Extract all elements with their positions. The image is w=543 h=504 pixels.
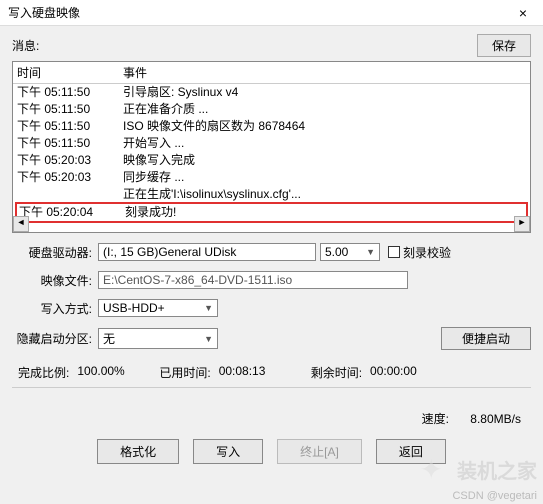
log-event: 映像写入完成 <box>123 152 526 169</box>
log-row: 下午 05:11:50ISO 映像文件的扇区数为 8678464 <box>17 118 526 135</box>
message-label: 消息: <box>12 37 477 54</box>
chevron-down-icon: ▼ <box>204 303 213 313</box>
remain-label: 剩余时间: <box>311 364 362 381</box>
log-time: 下午 05:11:50 <box>17 84 123 101</box>
log-event: ISO 映像文件的扇区数为 8678464 <box>123 118 526 135</box>
log-row: 正在生成'I:\isolinux\syslinux.cfg'... <box>17 186 526 203</box>
log-row: 下午 05:11:50正在准备介质 ... <box>17 101 526 118</box>
write-mode-dropdown[interactable]: USB-HDD+ ▼ <box>98 299 218 317</box>
log-row: 下午 05:11:50引导扇区: Syslinux v4 <box>17 84 526 101</box>
log-event: 引导扇区: Syslinux v4 <box>123 84 526 101</box>
image-path-input[interactable]: E:\CentOS-7-x86_64-DVD-1511.iso <box>98 271 408 289</box>
elapsed-label: 已用时间: <box>159 364 210 381</box>
abort-button: 终止[A] <box>277 439 362 464</box>
write-button[interactable]: 写入 <box>193 439 263 464</box>
content: 消息: 保存 时间 事件 下午 05:11:50引导扇区: Syslinux v… <box>0 26 543 472</box>
hidden-label: 隐藏启动分区: <box>12 330 98 347</box>
log-row: 下午 05:20:03映像写入完成 <box>17 152 526 169</box>
log-time: 下午 05:11:50 <box>17 118 123 135</box>
log-event: 同步缓存 ... <box>123 169 526 186</box>
log-box: 时间 事件 下午 05:11:50引导扇区: Syslinux v4下午 05:… <box>12 61 531 233</box>
log-time: 下午 05:11:50 <box>17 135 123 152</box>
titlebar: 写入硬盘映像 × <box>0 0 543 26</box>
log-head-event: 事件 <box>123 64 526 81</box>
save-button[interactable]: 保存 <box>477 34 531 57</box>
drive-dropdown[interactable]: (I:, 15 GB)General UDisk <box>98 243 316 261</box>
speed-label: 速度: <box>422 412 449 426</box>
write-mode-label: 写入方式: <box>12 300 98 317</box>
portable-boot-button[interactable]: 便捷启动 <box>441 327 531 350</box>
log-event: 开始写入 ... <box>123 135 526 152</box>
log-time: 下午 05:20:03 <box>17 152 123 169</box>
log-row: 下午 05:20:04刻录成功! <box>15 202 528 223</box>
verify-checkbox[interactable]: 刻录校验 <box>388 244 451 261</box>
hidden-dropdown[interactable]: 无 ▼ <box>98 328 218 349</box>
window-title: 写入硬盘映像 <box>8 4 80 21</box>
log-row: 下午 05:11:50开始写入 ... <box>17 135 526 152</box>
drive-label: 硬盘驱动器: <box>12 244 98 261</box>
log-time: 下午 05:11:50 <box>17 101 123 118</box>
csdn-credit: CSDN @vegetari <box>452 490 537 502</box>
drive-speed-dropdown[interactable]: 5.00 ▼ <box>320 243 380 261</box>
log-time: 下午 05:20:04 <box>19 204 125 221</box>
remain-value: 00:00:00 <box>370 364 417 381</box>
log-event: 刻录成功! <box>125 204 524 221</box>
close-icon[interactable]: × <box>511 5 535 21</box>
format-button[interactable]: 格式化 <box>97 439 179 464</box>
image-label: 映像文件: <box>12 272 98 289</box>
chevron-down-icon: ▼ <box>204 334 213 344</box>
log-time <box>17 186 123 203</box>
log-row: 下午 05:20:03同步缓存 ... <box>17 169 526 186</box>
speed-value: 8.80MB/s <box>470 412 521 426</box>
done-value: 100.00% <box>77 364 151 381</box>
back-button[interactable]: 返回 <box>376 439 446 464</box>
log-time: 下午 05:20:03 <box>17 169 123 186</box>
log-event: 正在准备介质 ... <box>123 101 526 118</box>
log-head-time: 时间 <box>17 64 123 81</box>
elapsed-value: 00:08:13 <box>219 364 303 381</box>
scroll-left-icon[interactable]: ◄ <box>13 216 29 232</box>
scroll-right-icon[interactable]: ► <box>514 216 530 232</box>
log-event: 正在生成'I:\isolinux\syslinux.cfg'... <box>123 186 526 203</box>
done-label: 完成比例: <box>18 364 69 381</box>
chevron-down-icon: ▼ <box>366 247 375 257</box>
